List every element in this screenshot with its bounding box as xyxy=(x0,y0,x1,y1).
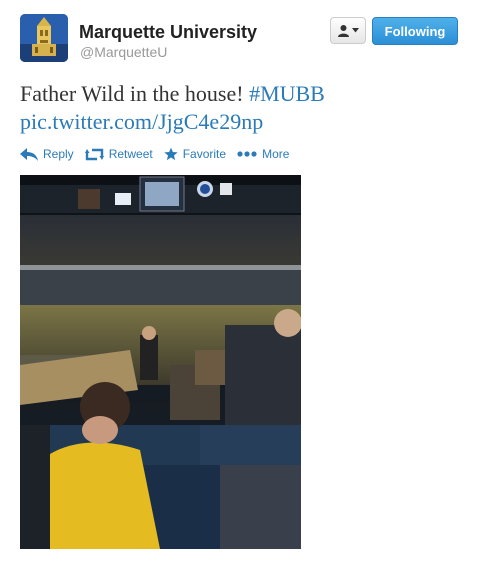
retweet-icon xyxy=(84,148,104,160)
person-icon xyxy=(338,25,349,37)
more-dots-icon xyxy=(237,151,257,157)
tweet-actions: Reply Retweet Favorite More xyxy=(20,147,300,161)
reply-arrow-icon xyxy=(20,147,38,161)
reply-label: Reply xyxy=(43,147,74,161)
media-link[interactable]: pic.twitter.com/JjgC4e29np xyxy=(20,109,263,134)
hashtag-link[interactable]: #MUBB xyxy=(249,81,325,106)
caret-down-icon xyxy=(352,28,359,33)
favorite-action[interactable]: Favorite xyxy=(164,147,226,161)
author-name[interactable]: Marquette University xyxy=(79,22,257,43)
more-action[interactable]: More xyxy=(237,147,289,161)
favorite-label: Favorite xyxy=(182,147,227,161)
retweet-label: Retweet xyxy=(108,147,153,161)
arena-crowd-photo xyxy=(20,175,301,549)
user-actions-button[interactable] xyxy=(330,17,366,44)
tweet-text: Father Wild in the house! #MUBB pic.twit… xyxy=(20,80,460,136)
star-icon xyxy=(164,147,178,161)
avatar[interactable] xyxy=(20,14,68,62)
tweet-photo[interactable] xyxy=(20,175,301,549)
retweet-action[interactable]: Retweet xyxy=(84,147,153,161)
following-button[interactable]: Following xyxy=(372,17,458,45)
tweet-body: Father Wild in the house! xyxy=(20,81,250,106)
more-label: More xyxy=(262,147,290,161)
author-handle[interactable]: @MarquetteU xyxy=(80,44,167,60)
reply-action[interactable]: Reply xyxy=(20,147,74,161)
marquette-tower-logo-icon xyxy=(20,14,68,62)
